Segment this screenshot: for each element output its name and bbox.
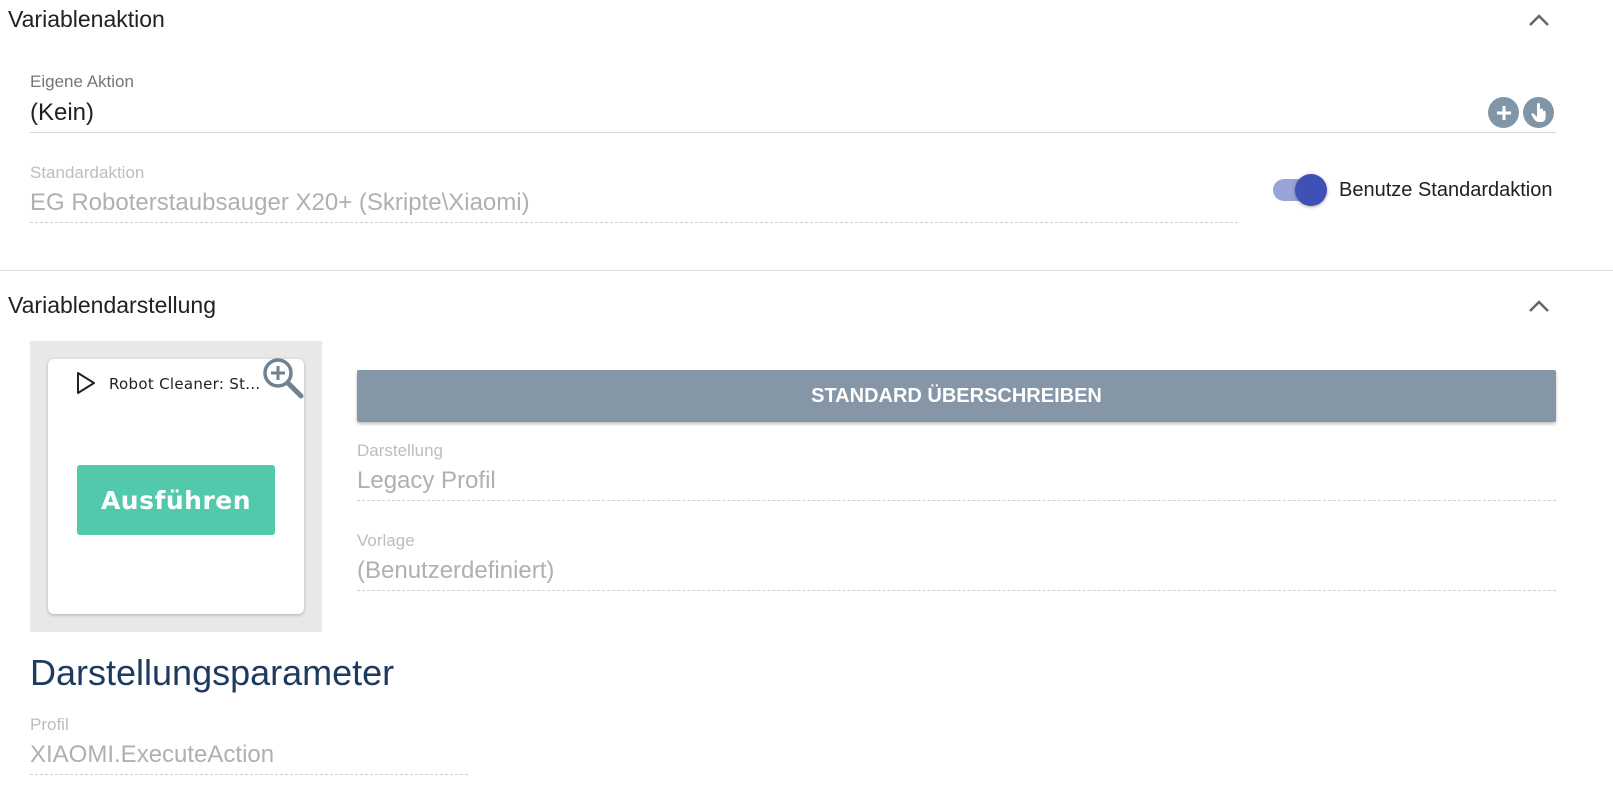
preview-title: Robot Cleaner: St... [109, 375, 261, 393]
display-params-heading: Darstellungsparameter [30, 652, 395, 693]
use-default-toggle[interactable] [1272, 174, 1328, 208]
section-divider [0, 270, 1613, 271]
play-icon [75, 371, 97, 400]
override-default-button[interactable]: STANDARD ÜBERSCHREIBEN [357, 370, 1556, 422]
profile-underline [30, 774, 468, 775]
profile-label: Profil [30, 715, 69, 734]
display-label: Darstellung [357, 441, 443, 460]
own-action-label: Eigene Aktion [30, 72, 134, 91]
preview-area: Robot Cleaner: St... Ausführen [30, 341, 322, 632]
toggle-knob [1295, 174, 1327, 206]
use-default-label: Benutze Standardaktion [1339, 179, 1553, 201]
select-action-hand-pointer-icon[interactable] [1523, 97, 1554, 128]
own-action-underline [30, 132, 1556, 133]
execute-button[interactable]: Ausführen [77, 465, 275, 535]
collapse-action-chevron-up-icon[interactable] [1525, 10, 1553, 30]
default-action-label: Standardaktion [30, 163, 145, 182]
template-value: (Benutzerdefiniert) [357, 557, 555, 584]
collapse-display-chevron-up-icon[interactable] [1525, 296, 1553, 316]
section-title-action: Variablenaktion [8, 6, 165, 32]
display-underline [357, 500, 1556, 501]
own-action-value[interactable]: (Kein) [30, 99, 94, 127]
zoom-in-icon[interactable] [262, 357, 304, 404]
profile-value: XIAOMI.ExecuteAction [30, 741, 275, 768]
add-action-plus-icon[interactable] [1488, 97, 1519, 128]
section-title-display: Variablendarstellung [8, 292, 216, 318]
template-underline [357, 590, 1556, 591]
default-action-value: EG Roboterstaubsauger X20+ (Skripte\Xiao… [30, 189, 530, 216]
display-value: Legacy Profil [357, 467, 496, 494]
template-label: Vorlage [357, 531, 415, 550]
default-action-underline [30, 222, 1238, 223]
